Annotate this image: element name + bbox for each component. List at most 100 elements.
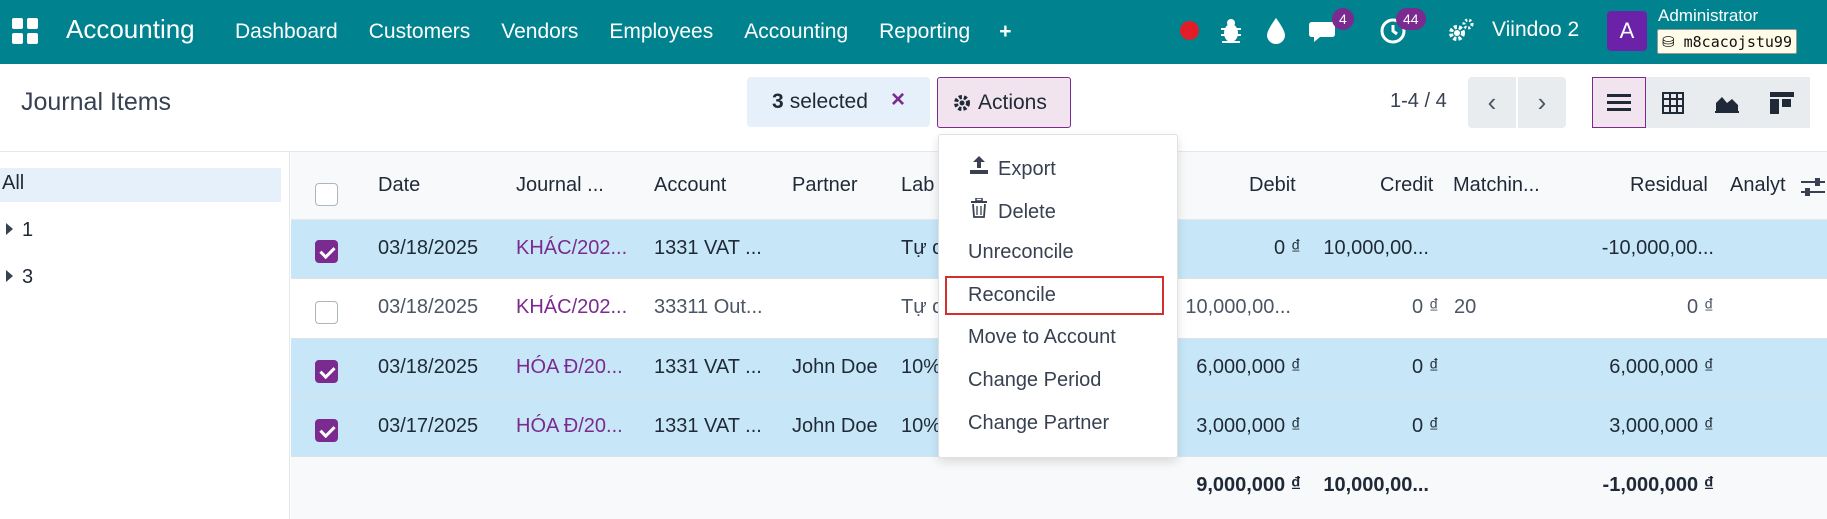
row-journal-link[interactable]: KHÁC/202... — [516, 296, 627, 319]
debug-bug-icon[interactable] — [1218, 17, 1244, 45]
clear-selection-icon[interactable]: × — [891, 86, 905, 114]
app-name[interactable]: Accounting — [66, 14, 195, 45]
trash-icon — [968, 197, 990, 224]
row-matching: 20 — [1454, 296, 1477, 318]
side-panel-all[interactable]: All — [0, 168, 281, 202]
select-all-checkbox[interactable] — [315, 183, 338, 206]
side-panel-group-3[interactable]: 3 — [6, 266, 33, 289]
column-matching[interactable]: Matchin... — [1453, 174, 1540, 197]
side-panel — [0, 152, 290, 519]
menu-item-change-partner[interactable]: Change Partner — [968, 412, 1109, 435]
selected-count: 3 — [772, 90, 784, 113]
database-icon: ⛁ — [1662, 33, 1675, 51]
menu-item-unreconcile[interactable]: Unreconcile — [968, 241, 1074, 264]
column-partner[interactable]: Partner — [792, 174, 858, 197]
list-view-icon — [1607, 93, 1631, 111]
area-chart-icon — [1715, 96, 1739, 113]
row-residual: -10,000,00... — [1601, 237, 1714, 259]
row-checkbox[interactable] — [315, 360, 338, 383]
pivot-view-button[interactable] — [1646, 77, 1700, 128]
kanban-view-button[interactable] — [1754, 77, 1810, 128]
row-credit: 0 ₫ — [1412, 415, 1439, 437]
column-debit[interactable]: Debit — [1249, 174, 1296, 197]
row-label: 10% — [901, 356, 942, 378]
side-panel-group-1[interactable]: 1 — [6, 219, 33, 242]
row-label: Tự c — [901, 296, 943, 318]
actions-button[interactable]: Actions — [937, 77, 1071, 128]
menu-employees[interactable]: Employees — [609, 20, 713, 44]
messages-count-badge: 4 — [1332, 8, 1354, 30]
user-name[interactable]: Administrator — [1658, 6, 1758, 26]
row-checkbox[interactable] — [315, 301, 338, 324]
menu-customers[interactable]: Customers — [369, 20, 471, 44]
selected-label: selected — [789, 90, 868, 113]
database-name-chip: ⛁ m8cacojstu99 — [1657, 29, 1797, 54]
settings-gears-icon[interactable] — [1447, 17, 1475, 45]
gear-icon — [954, 94, 970, 111]
column-date[interactable]: Date — [378, 174, 420, 197]
group-label: 1 — [22, 219, 34, 241]
menu-item-export[interactable]: Export — [968, 155, 1056, 181]
row-debit: 10,000,00... — [1185, 296, 1291, 318]
row-checkbox[interactable] — [315, 240, 338, 263]
row-checkbox[interactable] — [315, 419, 338, 442]
pager-next-button[interactable]: › — [1518, 77, 1566, 128]
menu-item-label: Export — [998, 158, 1056, 180]
row-label: 10% — [901, 415, 942, 437]
row-journal-link[interactable]: KHÁC/202... — [516, 237, 627, 260]
column-analytic[interactable]: Analyt — [1730, 174, 1786, 197]
row-residual: 3,000,000 ₫ — [1609, 415, 1714, 437]
column-credit[interactable]: Credit — [1380, 174, 1433, 197]
caret-right-icon — [6, 270, 13, 282]
app-switcher-icon[interactable] — [12, 18, 38, 44]
kanban-icon — [1770, 91, 1794, 114]
row-credit: 0 ₫ — [1412, 296, 1439, 318]
total-debit: 9,000,000 ₫ — [1196, 474, 1301, 496]
caret-right-icon — [6, 223, 13, 235]
database-name: m8cacojstu99 — [1683, 33, 1792, 51]
menu-reporting[interactable]: Reporting — [879, 20, 970, 44]
row-residual: 6,000,000 ₫ — [1609, 356, 1714, 378]
menu-vendors[interactable]: Vendors — [501, 20, 578, 44]
pager-previous-button[interactable]: ‹ — [1468, 77, 1516, 128]
row-account: 33311 Out... — [654, 296, 763, 318]
row-journal-link[interactable]: HÓA Đ/20... — [516, 356, 623, 379]
menu-accounting[interactable]: Accounting — [744, 20, 848, 44]
column-label[interactable]: Lab — [901, 174, 934, 197]
list-view-button[interactable] — [1592, 77, 1646, 128]
menu-item-reconcile[interactable]: Reconcile — [968, 284, 1056, 307]
column-journal[interactable]: Journal ... — [516, 174, 604, 197]
column-residual[interactable]: Residual — [1630, 174, 1708, 197]
menu-item-change-period[interactable]: Change Period — [968, 369, 1101, 392]
pager-value[interactable]: 1-4 / 4 — [1390, 90, 1447, 113]
theme-drop-icon[interactable] — [1265, 16, 1287, 44]
table-footer-totals — [291, 457, 1827, 519]
chevron-left-icon: ‹ — [1487, 87, 1497, 117]
menu-item-move-to-account[interactable]: Move to Account — [968, 326, 1116, 349]
menu-dashboard[interactable]: Dashboard — [235, 20, 338, 44]
row-debit: 6,000,000 ₫ — [1196, 356, 1301, 378]
optional-columns-sliders-icon[interactable] — [1800, 176, 1826, 198]
upload-icon — [968, 155, 990, 181]
top-navbar: Accounting Dashboard Customers Vendors E… — [0, 0, 1827, 64]
menu-item-label: Delete — [998, 201, 1056, 223]
row-account: 1331 VAT ... — [654, 237, 762, 259]
total-credit: 10,000,00... — [1323, 474, 1429, 496]
column-account[interactable]: Account — [654, 174, 726, 197]
row-partner: John Doe — [792, 356, 878, 378]
record-icon[interactable] — [1180, 21, 1199, 40]
add-menu-icon[interactable]: + — [999, 20, 1011, 44]
row-date: 03/17/2025 — [378, 415, 479, 437]
user-avatar[interactable]: A — [1607, 11, 1647, 51]
activity-count-badge: 44 — [1396, 8, 1426, 30]
company-switcher[interactable]: Viindoo 2 — [1492, 18, 1579, 42]
main-menu: Dashboard Customers Vendors Employees Ac… — [235, 0, 1042, 64]
row-date: 03/18/2025 — [378, 237, 479, 259]
row-debit: 0 ₫ — [1274, 237, 1301, 259]
menu-item-delete[interactable]: Delete — [968, 197, 1056, 224]
total-residual: -1,000,000 ₫ — [1602, 474, 1714, 496]
pivot-table-icon — [1662, 91, 1684, 114]
row-journal-link[interactable]: HÓA Đ/20... — [516, 415, 623, 438]
row-date: 03/18/2025 — [378, 356, 479, 378]
graph-view-button[interactable] — [1700, 77, 1754, 128]
